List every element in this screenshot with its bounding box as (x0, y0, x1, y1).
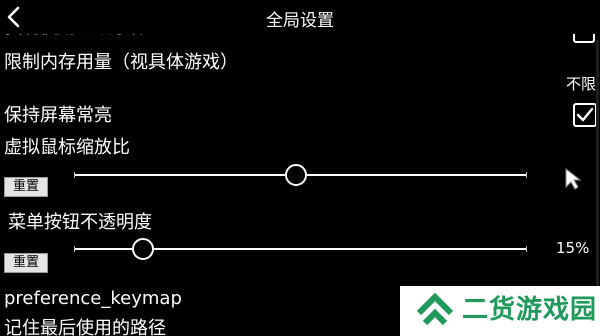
title-bar: 全局设置 (0, 0, 600, 34)
keep-screen-on-checkbox[interactable] (573, 103, 597, 127)
page-title: 全局设置 (266, 11, 334, 31)
watermark-text: 二货游戏园 (462, 295, 598, 325)
setting-menu-opacity-label: 菜单按钮不透明度 (8, 212, 152, 233)
mouse-pointer-icon (565, 167, 582, 190)
setting-remember-path-label[interactable]: 记住最后使用的路径 (4, 318, 166, 336)
setting-keep-screen-on-label[interactable]: 保持屏幕常亮 (4, 105, 112, 127)
menu-opacity-value: 15% (556, 239, 590, 257)
menu-opacity-reset-button[interactable]: 重置 (4, 253, 48, 273)
watermark: 二货游戏园 (400, 286, 600, 336)
settings-screen: 全局设置 强制使用默认字体 限制内存用量（视具体游戏） 不限 保持屏幕常亮 虚拟… (0, 0, 600, 336)
slider-thumb[interactable] (285, 164, 308, 186)
slider-track-end (526, 172, 527, 178)
memory-limit-value[interactable]: 不限 (566, 75, 596, 93)
setting-keymap-label[interactable]: preference_keymap (4, 288, 182, 310)
mouse-scale-reset-button[interactable]: 重置 (4, 177, 48, 197)
setting-memory-limit-label[interactable]: 限制内存用量（视具体游戏） (4, 52, 238, 74)
scrollbar[interactable] (596, 40, 599, 300)
watermark-logo-icon (416, 293, 454, 326)
checkmark-icon (576, 107, 594, 122)
setting-mouse-scale-label: 虚拟鼠标缩放比 (4, 137, 130, 158)
slider-thumb[interactable] (131, 238, 154, 260)
slider-track-end (526, 246, 527, 252)
